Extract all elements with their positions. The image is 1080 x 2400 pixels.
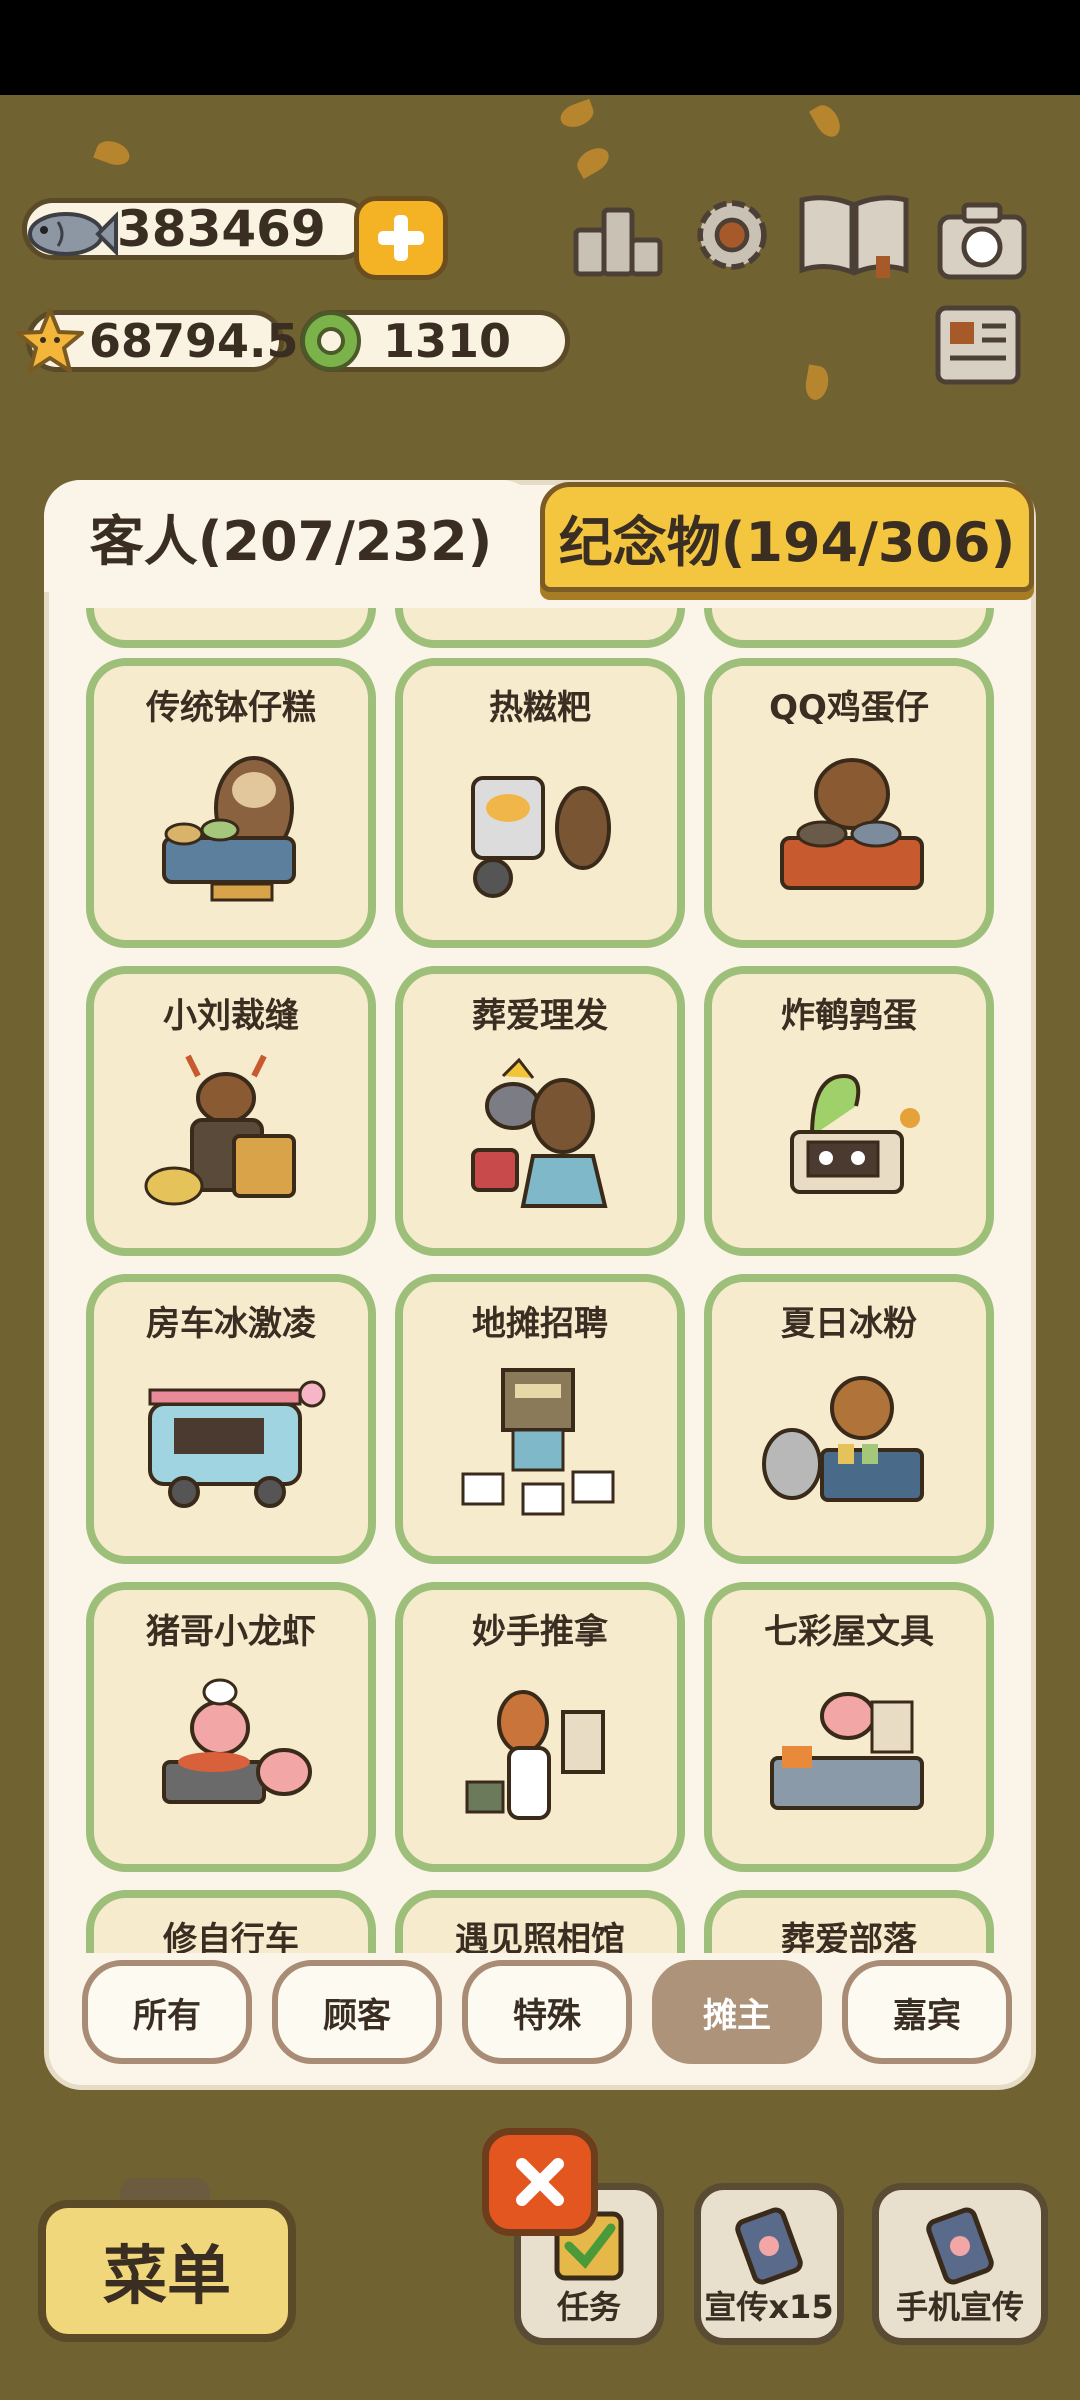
card-name: 修自行车 <box>163 1920 299 1953</box>
card-stationery[interactable]: 七彩屋文具 <box>704 1582 994 1872</box>
card-photo-studio[interactable]: 遇见照相馆 <box>395 1890 685 1953</box>
card-partial[interactable] <box>395 608 685 648</box>
card-crayfish[interactable]: 猪哥小龙虾 <box>86 1582 376 1872</box>
tasks-label: 任务 <box>556 2288 621 2326</box>
card-name: 小刘裁缝 <box>163 996 299 1036</box>
card-partial[interactable] <box>86 608 376 648</box>
stationery-stall-icon <box>770 1692 924 1810</box>
ring-count: 1310 <box>383 314 512 368</box>
moose-tailor-icon <box>144 1054 296 1206</box>
card-bowl-cake[interactable]: 传统钵仔糕 <box>86 658 376 948</box>
card-partial[interactable] <box>704 608 994 648</box>
fish-count: 383469 <box>117 200 326 258</box>
tab-guests[interactable]: 客人(207/232) <box>44 480 538 592</box>
ice-cream-truck-icon <box>148 1380 326 1508</box>
card-barber[interactable]: 葬爱理发 <box>395 966 685 1256</box>
camera-icon[interactable] <box>934 196 1030 286</box>
filter-vendors[interactable]: 摊主 <box>652 1960 822 2064</box>
card-summer-jelly[interactable]: 夏日冰粉 <box>704 1274 994 1564</box>
card-tailor[interactable]: 小刘裁缝 <box>86 966 376 1256</box>
card-name: 妙手推拿 <box>472 1612 608 1652</box>
corgi-massage-icon <box>465 1690 605 1820</box>
star-count: 68794.5 <box>89 314 299 368</box>
hiring-sign-icon <box>461 1368 615 1516</box>
card-name: 猪哥小龙虾 <box>146 1612 316 1652</box>
barber-icon <box>471 1057 608 1208</box>
phone-icon <box>926 2207 994 2285</box>
filter-customers[interactable]: 顾客 <box>272 1960 442 2064</box>
filter-special[interactable]: 特殊 <box>462 1960 632 2064</box>
card-tribe[interactable]: 葬爱部落 <box>704 1890 994 1953</box>
card-name: QQ鸡蛋仔 <box>769 688 929 728</box>
card-ice-cream-truck[interactable]: 房车冰激凌 <box>86 1274 376 1564</box>
card-massage[interactable]: 妙手推拿 <box>395 1582 685 1872</box>
tab-souvenirs[interactable]: 纪念物(194/306) <box>540 482 1034 592</box>
close-icon <box>516 2158 564 2206</box>
card-name: 传统钵仔糕 <box>146 688 316 728</box>
newspaper-icon[interactable] <box>930 300 1026 390</box>
card-hot-ciba[interactable]: 热糍粑 <box>395 658 685 948</box>
phone-promote-button[interactable]: 手机宣传 <box>872 2183 1048 2345</box>
bear-stall-icon <box>780 758 924 890</box>
card-name: 夏日冰粉 <box>781 1304 917 1344</box>
phone-icon <box>735 2207 803 2285</box>
menu-button[interactable]: 菜单 <box>38 2200 296 2342</box>
card-name: 七彩屋文具 <box>764 1612 934 1652</box>
ring-icon <box>301 311 361 371</box>
pig-chef-icon <box>162 1678 312 1804</box>
book-icon[interactable] <box>796 190 912 280</box>
card-name: 遇见照相馆 <box>455 1920 625 1953</box>
dino-stall-icon <box>790 1073 920 1194</box>
gear-icon[interactable] <box>684 190 780 280</box>
promote-button[interactable]: 宣传x15 <box>694 2183 844 2345</box>
card-name: 地摊招聘 <box>472 1304 608 1344</box>
filter-bar: 所有 顾客 特殊 摊主 嘉宾 <box>82 1960 1012 2070</box>
card-name: 葬爱部落 <box>781 1920 917 1953</box>
card-quail-egg[interactable]: 炸鹌鹑蛋 <box>704 966 994 1256</box>
fish-icon <box>28 211 118 257</box>
plus-icon <box>378 215 424 261</box>
filter-guests[interactable]: 嘉宾 <box>842 1960 1012 2064</box>
leaderboard-icon[interactable] <box>570 194 666 284</box>
status-bar <box>0 0 1080 95</box>
promote-label: 宣传x15 <box>704 2288 834 2326</box>
card-name: 热糍粑 <box>489 688 591 728</box>
sloth-stall-icon <box>162 756 296 902</box>
card-bike-repair[interactable]: 修自行车 <box>86 1890 376 1953</box>
card-name: 房车冰激凌 <box>146 1304 316 1344</box>
filter-all[interactable]: 所有 <box>82 1960 252 2064</box>
card-name: 葬爱理发 <box>472 996 608 1036</box>
phone-promote-label: 手机宣传 <box>895 2288 1024 2326</box>
card-street-hiring[interactable]: 地摊招聘 <box>395 1274 685 1564</box>
add-currency-button[interactable] <box>354 196 448 280</box>
card-grid: 传统钵仔糕 热糍粑 QQ鸡蛋仔 小刘裁缝 葬爱理发 炸鹌鹑蛋 房车冰激凌 地摊招… <box>66 608 1016 1953</box>
card-name: 炸鹌鹑蛋 <box>781 996 917 1036</box>
star-icon <box>16 308 84 373</box>
card-egg-waffle[interactable]: QQ鸡蛋仔 <box>704 658 994 948</box>
cart-icon <box>471 776 611 898</box>
close-button[interactable] <box>482 2128 598 2236</box>
dog-stall-icon <box>762 1376 924 1502</box>
